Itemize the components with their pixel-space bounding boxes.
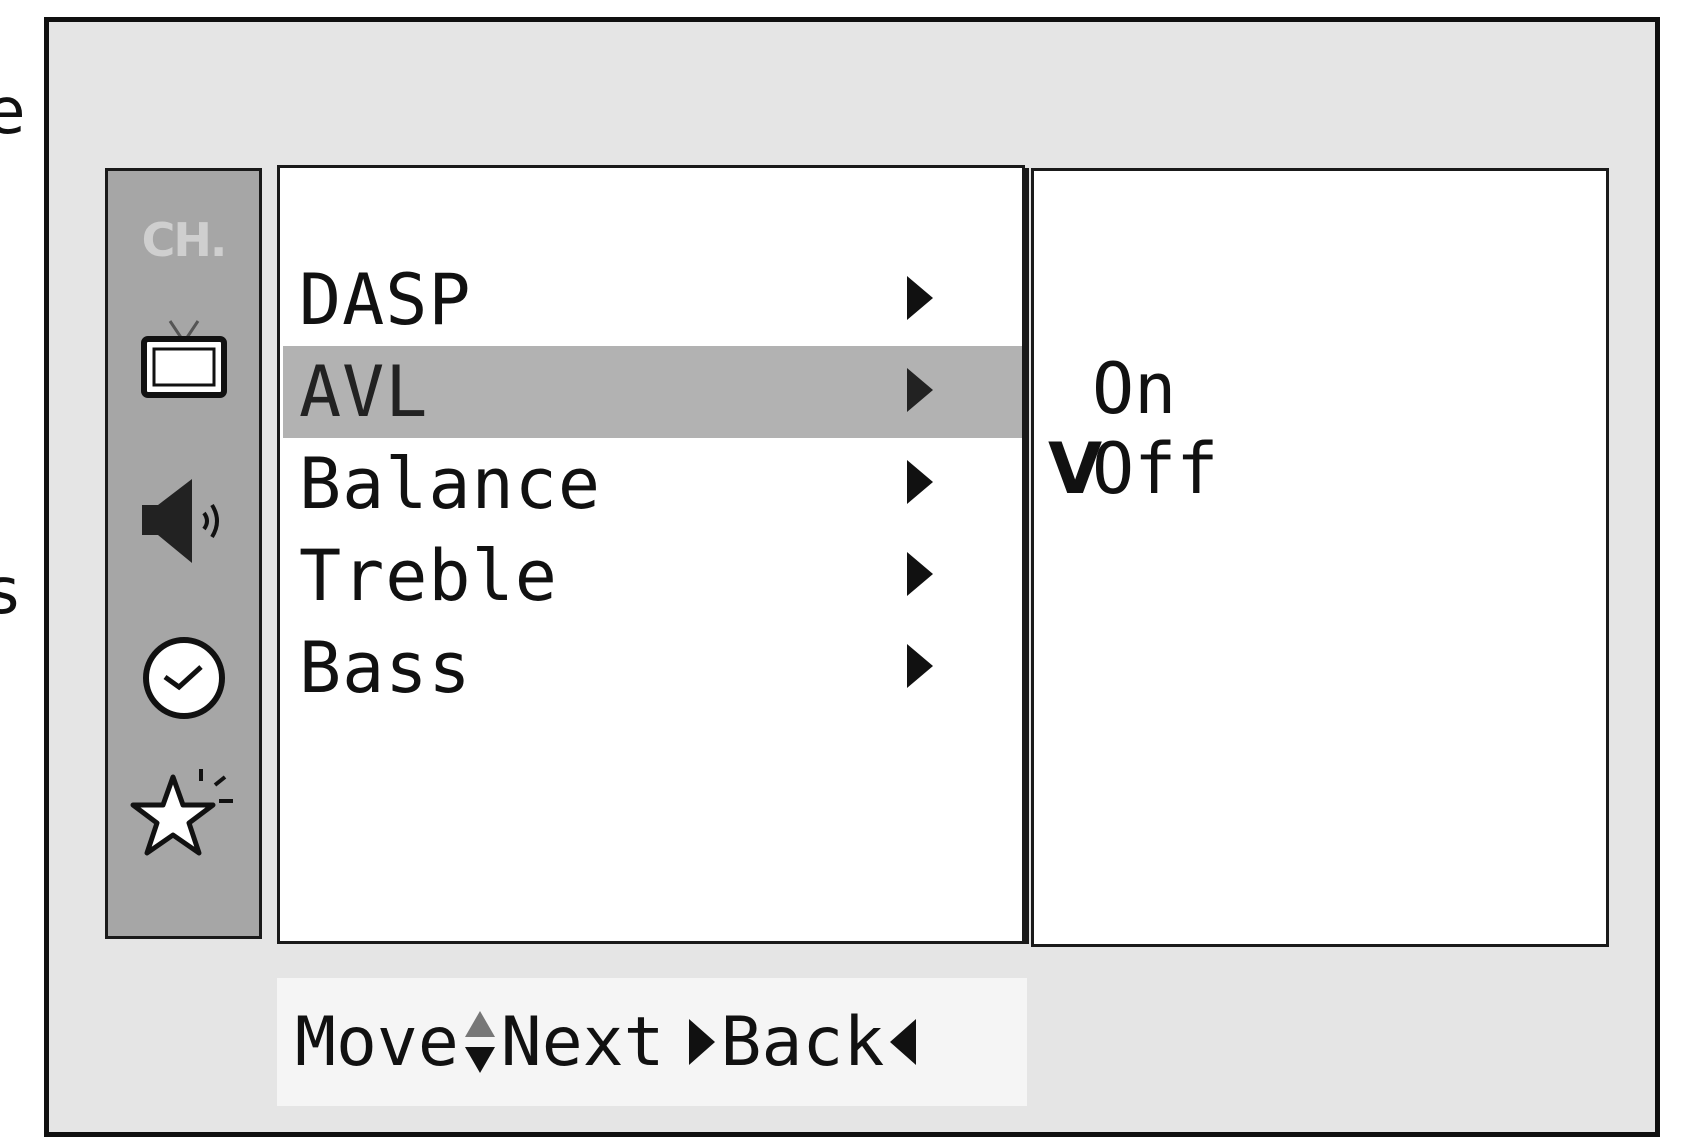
- option-on[interactable]: On: [1048, 349, 1176, 429]
- menu-item-label: Treble: [299, 535, 558, 617]
- right-arrow-icon: [687, 1017, 717, 1067]
- star-icon[interactable]: [108, 763, 259, 863]
- menu-item-bass[interactable]: Bass: [283, 622, 1022, 714]
- menu-item-treble[interactable]: Treble: [283, 530, 1022, 622]
- back-hint: Back: [720, 1002, 885, 1082]
- next-hint: Next: [500, 1002, 665, 1082]
- avl-options-panel: On VOff: [1031, 168, 1609, 947]
- channel-menu-tab[interactable]: CH.: [108, 213, 259, 267]
- left-arrow-icon: [888, 1017, 918, 1067]
- check-mark: V: [1048, 428, 1103, 510]
- menu-item-avl[interactable]: AVL: [283, 346, 1022, 438]
- panel-divider: [1025, 168, 1029, 944]
- option-label: On: [1092, 348, 1177, 430]
- up-down-arrow-icon: [463, 1007, 497, 1077]
- option-off[interactable]: VOff: [1048, 429, 1218, 509]
- menu-item-label: Bass: [299, 627, 472, 709]
- osd-screen: CH. DASP AVL Balance Treble Bass On VOff…: [44, 17, 1660, 1137]
- edge-glyph-bottom: s: [0, 555, 20, 629]
- move-hint: Move: [295, 1002, 459, 1082]
- option-label: Off: [1092, 428, 1219, 510]
- chevron-right-icon: [905, 458, 935, 510]
- clock-icon[interactable]: [108, 633, 259, 723]
- menu-item-label: AVL: [299, 351, 429, 433]
- sound-menu-panel: DASP AVL Balance Treble Bass: [277, 165, 1025, 944]
- speaker-icon[interactable]: [108, 471, 259, 571]
- menu-item-label: DASP: [299, 259, 472, 341]
- menu-item-balance[interactable]: Balance: [283, 438, 1022, 530]
- chevron-right-icon: [905, 274, 935, 326]
- navigation-hint-bar: Move Next Back: [277, 978, 1027, 1106]
- menu-icon-bar: CH.: [105, 168, 262, 939]
- menu-item-dasp[interactable]: DASP: [283, 254, 1022, 346]
- chevron-right-icon: [905, 366, 935, 418]
- chevron-right-icon: [905, 550, 935, 602]
- tv-icon[interactable]: [108, 311, 259, 407]
- edge-glyph-top: e: [0, 75, 26, 149]
- menu-item-label: Balance: [299, 443, 602, 525]
- chevron-right-icon: [905, 642, 935, 694]
